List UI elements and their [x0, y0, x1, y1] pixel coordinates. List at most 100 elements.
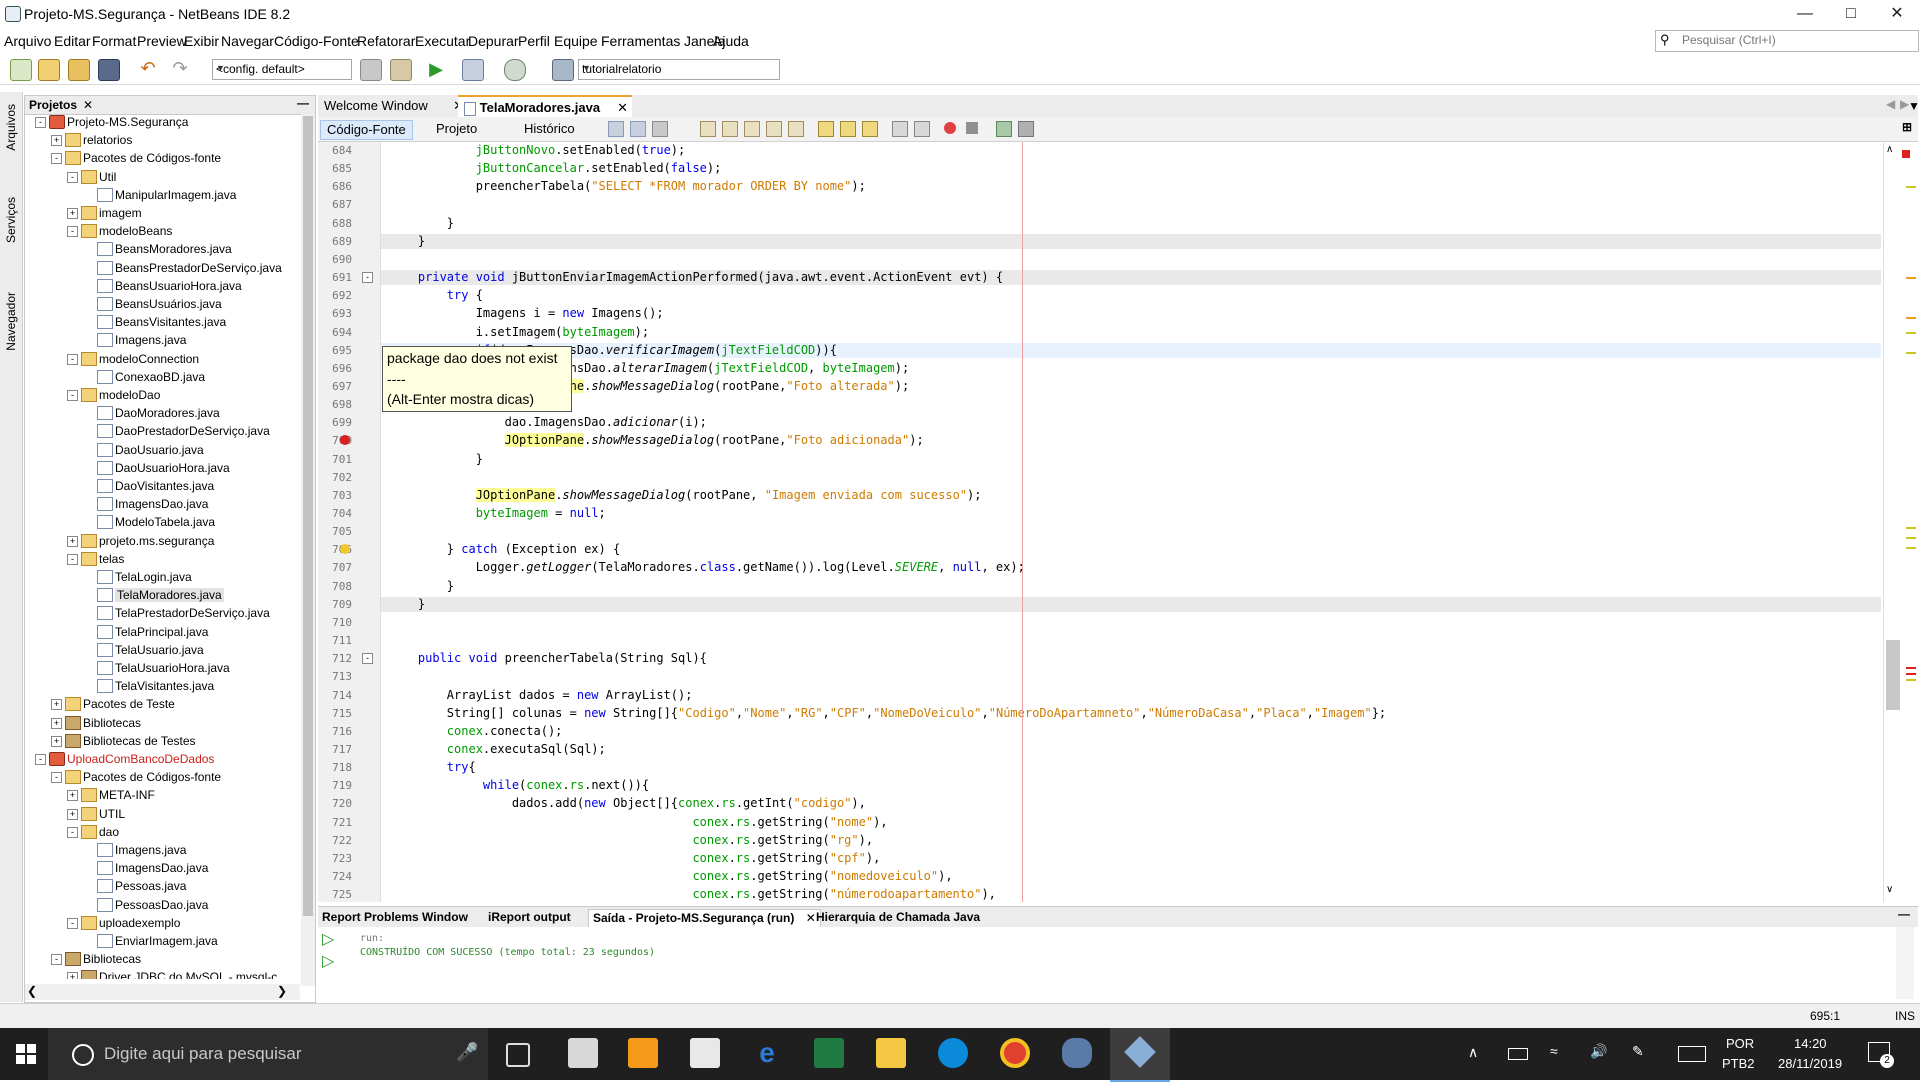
tree-node[interactable]: EnviarImagem.java — [25, 932, 300, 950]
code-line[interactable]: conex.rs.getString("rg"), — [389, 833, 873, 847]
project-select[interactable]: tutorialrelatorio ▼ — [578, 59, 780, 80]
warning-mark[interactable] — [1906, 352, 1916, 354]
shift-left-icon[interactable] — [892, 121, 908, 137]
collapse-icon[interactable]: - — [35, 754, 46, 765]
store-icon[interactable] — [568, 1038, 598, 1068]
undo-icon[interactable]: ↶ — [138, 59, 158, 79]
tree-node[interactable]: BeansUsuarioHora.java — [25, 277, 300, 295]
menu-item-navegar[interactable]: Navegar — [221, 33, 274, 49]
chevron-up-icon[interactable]: ∧ — [1468, 1044, 1478, 1061]
open-project-icon[interactable] — [68, 59, 90, 81]
record-macro-icon[interactable] — [944, 122, 956, 134]
menu-item-format[interactable]: Format — [92, 33, 136, 49]
uncomment-icon[interactable] — [1018, 121, 1034, 137]
code-line[interactable]: conex.rs.getString("númerodoapartamento"… — [389, 887, 995, 901]
collapse-icon[interactable]: - — [51, 153, 62, 165]
wifi-icon[interactable]: ≈ — [1550, 1043, 1558, 1059]
chevron-up-icon[interactable]: ∧ — [1886, 144, 1893, 155]
highlight-icon[interactable] — [788, 121, 804, 137]
expand-icon[interactable]: + — [51, 699, 62, 711]
tree-node[interactable]: TelaPrincipal.java — [25, 623, 300, 641]
taskbar-search-input[interactable]: Digite aqui para pesquisar 🎤 — [48, 1028, 488, 1080]
volume-icon[interactable]: 🔊 — [1590, 1043, 1607, 1060]
menu-item-ferramentas[interactable]: Ferramentas — [601, 33, 680, 49]
output-console[interactable]: ▷ ▷ run: CONSTRUÍDO COM SUCESSO (tempo t… — [318, 927, 1918, 1001]
split-icon[interactable]: ⊞ — [1902, 120, 1912, 134]
minimize-icon[interactable]: — — [1782, 0, 1828, 28]
editor-scroll-thumb[interactable] — [1886, 640, 1900, 710]
tree-node[interactable]: + Driver JDBC do MySQL - mysql-c — [25, 968, 300, 979]
code-line[interactable]: jButtonCancelar.setEnabled(false); — [389, 161, 722, 175]
code-line[interactable]: conex.rs.getString("nomedoveiculo"), — [389, 869, 952, 883]
tab-navegador[interactable]: Navegador — [4, 292, 18, 351]
edge-icon[interactable]: e — [752, 1038, 782, 1068]
error-mark[interactable] — [1906, 673, 1916, 675]
find-next-icon[interactable] — [744, 121, 760, 137]
tree-node[interactable]: + UTIL — [25, 805, 300, 823]
find-icon[interactable] — [700, 121, 716, 137]
tree-node[interactable]: ConexaoBD.java — [25, 368, 300, 386]
code-line[interactable]: conex.rs.getString("nome"), — [389, 815, 887, 829]
run-icon[interactable]: ▶ — [426, 59, 446, 79]
tree-node[interactable]: BeansPrestadorDeServiço.java — [25, 259, 300, 277]
menu-item-depurar[interactable]: Depurar — [468, 33, 519, 49]
battery-icon[interactable] — [1508, 1048, 1528, 1060]
tree-node[interactable]: BeansMoradores.java — [25, 240, 300, 258]
debug-icon[interactable] — [462, 59, 484, 81]
scroll-thumb[interactable] — [303, 116, 313, 916]
close-icon[interactable]: ✕ — [617, 97, 628, 118]
expand-icon[interactable]: + — [67, 208, 78, 219]
tree-node[interactable]: + Bibliotecas de Testes — [25, 732, 300, 750]
tree-node[interactable]: ModeloTabela.java — [25, 513, 300, 531]
tree-node[interactable]: ImagensDao.java — [25, 495, 300, 513]
tree-node[interactable]: + imagem — [25, 204, 300, 222]
close-icon[interactable]: ✕ — [1874, 0, 1920, 28]
clean-build-icon[interactable] — [390, 59, 412, 81]
collapse-icon[interactable]: - — [67, 353, 78, 365]
expand-icon[interactable]: + — [51, 735, 62, 747]
error-mark[interactable] — [1906, 667, 1916, 669]
tree-node[interactable]: + projeto.ms.segurança — [25, 532, 300, 550]
code-line[interactable]: } — [389, 452, 483, 466]
code-line[interactable]: } catch (Exception ex) { — [389, 542, 620, 556]
code-line[interactable]: } — [389, 216, 454, 230]
tree-node[interactable]: TelaMoradores.java — [25, 586, 300, 604]
previous-bookmark-icon[interactable] — [818, 121, 834, 137]
tree-node[interactable]: - Pacotes de Códigos-fonte — [25, 768, 300, 786]
expand-icon[interactable]: + — [67, 808, 78, 820]
redo-icon[interactable]: ↷ — [170, 59, 190, 79]
code-editor[interactable]: jButtonNovo.setEnabled(true); jButtonCan… — [381, 142, 1881, 902]
code-line[interactable]: i.setImagem(byteImagem); — [389, 325, 649, 339]
tree-node[interactable]: - dao — [25, 823, 300, 841]
expand-icon[interactable]: + — [67, 535, 78, 547]
file-explorer-icon[interactable] — [876, 1038, 906, 1068]
tree-node[interactable]: DaoUsuario.java — [25, 441, 300, 459]
output-scrollbar[interactable] — [1896, 927, 1914, 999]
tree-node[interactable]: ImagensDao.java — [25, 859, 300, 877]
projects-tab[interactable]: Projetos ✕ — — [25, 96, 315, 115]
windows-start-icon[interactable] — [16, 1044, 36, 1064]
code-line[interactable]: try{ — [389, 760, 476, 774]
expand-icon[interactable]: + — [67, 790, 78, 802]
code-line[interactable]: conex.rs.getString("cpf"), — [389, 851, 880, 865]
toggle-bookmark-icon[interactable] — [862, 121, 878, 137]
code-line[interactable]: try { — [389, 288, 483, 302]
tree-node[interactable]: Pessoas.java — [25, 877, 300, 895]
tree-node[interactable]: TelaUsuario.java — [25, 641, 300, 659]
menu-item-executar[interactable]: Executar — [415, 33, 470, 49]
expand-icon[interactable]: + — [51, 717, 62, 729]
tree-node[interactable]: - Projeto-MS.Segurança — [25, 114, 300, 131]
subtab-projeto[interactable]: Projeto — [430, 120, 483, 138]
code-line[interactable]: dao.ImagensDao.adicionar(i); — [389, 415, 707, 429]
fold-icon[interactable]: - — [362, 272, 373, 284]
warning-mark[interactable] — [1906, 277, 1916, 279]
camera-icon[interactable] — [690, 1038, 720, 1068]
tree-node[interactable]: TelaVisitantes.java — [25, 677, 300, 695]
code-line[interactable]: conex.executaSql(Sql); — [389, 742, 606, 756]
collapse-icon[interactable]: - — [67, 171, 78, 183]
tree-node[interactable]: TelaLogin.java — [25, 568, 300, 586]
tree-scrollbar[interactable] — [301, 114, 315, 986]
config-select[interactable]: <config. default> ▼ — [212, 59, 352, 80]
code-line[interactable]: byteImagem = null; — [389, 506, 606, 520]
tree-node[interactable]: TelaPrestadorDeServiço.java — [25, 604, 300, 622]
